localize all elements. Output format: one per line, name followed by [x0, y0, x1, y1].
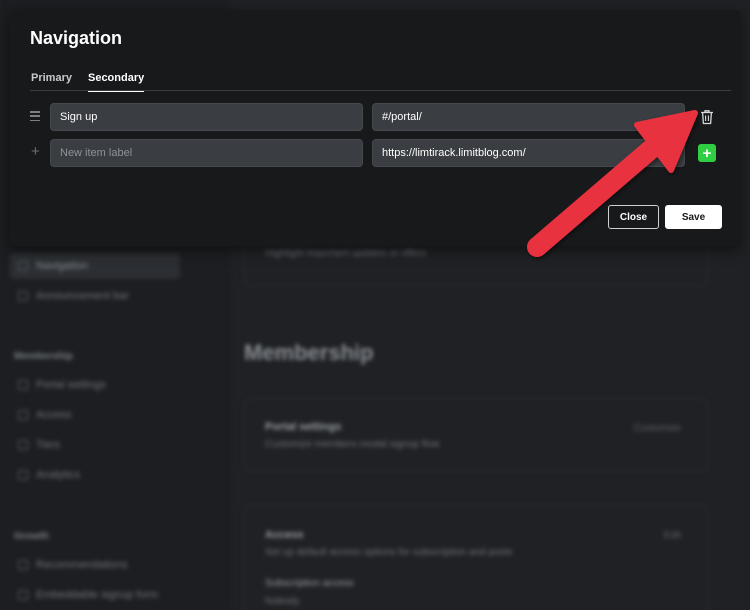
announcement-card-description: Highlight important updates or offers	[265, 248, 427, 259]
drag-handle-icon[interactable]	[30, 111, 40, 121]
analytics-icon	[18, 470, 28, 480]
card-title: Access	[265, 529, 304, 541]
tiers-icon	[18, 440, 28, 450]
new-item-label-input[interactable]	[50, 139, 363, 167]
card-description: Customize members modal signup flow	[265, 439, 440, 450]
customize-link[interactable]: Customize	[634, 423, 681, 434]
portal-icon	[18, 380, 28, 390]
modal-title: Navigation	[30, 28, 123, 48]
megaphone-icon	[18, 291, 28, 301]
new-item-url-input[interactable]	[372, 139, 685, 167]
edit-link[interactable]: Edit	[664, 530, 681, 541]
sidebar-item-label: Access	[36, 409, 72, 421]
key-icon	[18, 410, 28, 420]
tab-secondary[interactable]: Secondary	[87, 72, 145, 92]
new-item-row: + +	[30, 139, 730, 167]
sidebar-section-growth: Growth	[14, 531, 49, 542]
item-label-input[interactable]	[50, 103, 363, 131]
nav-item-row	[30, 103, 730, 131]
sidebar-item-label: Announcement bar	[36, 290, 129, 302]
card-description: Set up default access options for subscr…	[265, 547, 513, 558]
tab-divider	[30, 90, 731, 91]
sidebar-item-embeddable-signup-form[interactable]: Embeddable signup form	[10, 582, 180, 608]
portal-settings-card: Portal settings Customize members modal …	[244, 398, 708, 472]
tab-primary[interactable]: Primary	[31, 72, 72, 92]
code-icon	[18, 590, 28, 600]
sidebar-section-membership: Membership	[14, 351, 73, 362]
sidebar-item-label: Recommendations	[36, 559, 128, 571]
sidebar-item-recommendations[interactable]: Recommendations	[10, 552, 180, 578]
sidebar-item-access[interactable]: Access	[10, 402, 180, 428]
navigation-modal: Navigation Primary Secondary + + Close S…	[10, 10, 740, 246]
plus-icon: +	[702, 144, 712, 162]
item-url-input[interactable]	[372, 103, 685, 131]
membership-heading: Membership	[244, 340, 374, 365]
sidebar-item-portal-settings[interactable]: Portal settings	[10, 372, 180, 398]
subscription-access-label: Subscription access	[265, 578, 354, 589]
add-item-button[interactable]: +	[698, 144, 716, 162]
sidebar-item-label: Portal settings	[36, 379, 106, 391]
access-card: Access Set up default access options for…	[244, 504, 708, 610]
sidebar-item-label: Tiers	[36, 439, 61, 451]
sidebar-item-analytics[interactable]: Analytics	[10, 462, 180, 488]
tab-bar: Primary Secondary	[31, 72, 145, 92]
sidebar-item-label: Navigation	[36, 260, 88, 272]
sidebar-item-label: Analytics	[36, 469, 81, 481]
close-button[interactable]: Close	[608, 205, 659, 229]
card-title: Portal settings	[265, 421, 342, 433]
subscription-access-value: Nobody	[265, 596, 300, 607]
sidebar-item-announcement-bar[interactable]: Announcement bar	[10, 283, 180, 309]
sidebar-item-navigation[interactable]: Navigation	[10, 253, 180, 279]
trash-icon[interactable]	[700, 109, 714, 125]
sidebar-item-tiers[interactable]: Tiers	[10, 432, 180, 458]
heart-icon	[18, 560, 28, 570]
navigation-icon	[18, 261, 28, 271]
save-button[interactable]: Save	[665, 205, 722, 229]
sidebar-item-label: Embeddable signup form	[36, 589, 159, 601]
plus-icon: +	[31, 143, 40, 160]
